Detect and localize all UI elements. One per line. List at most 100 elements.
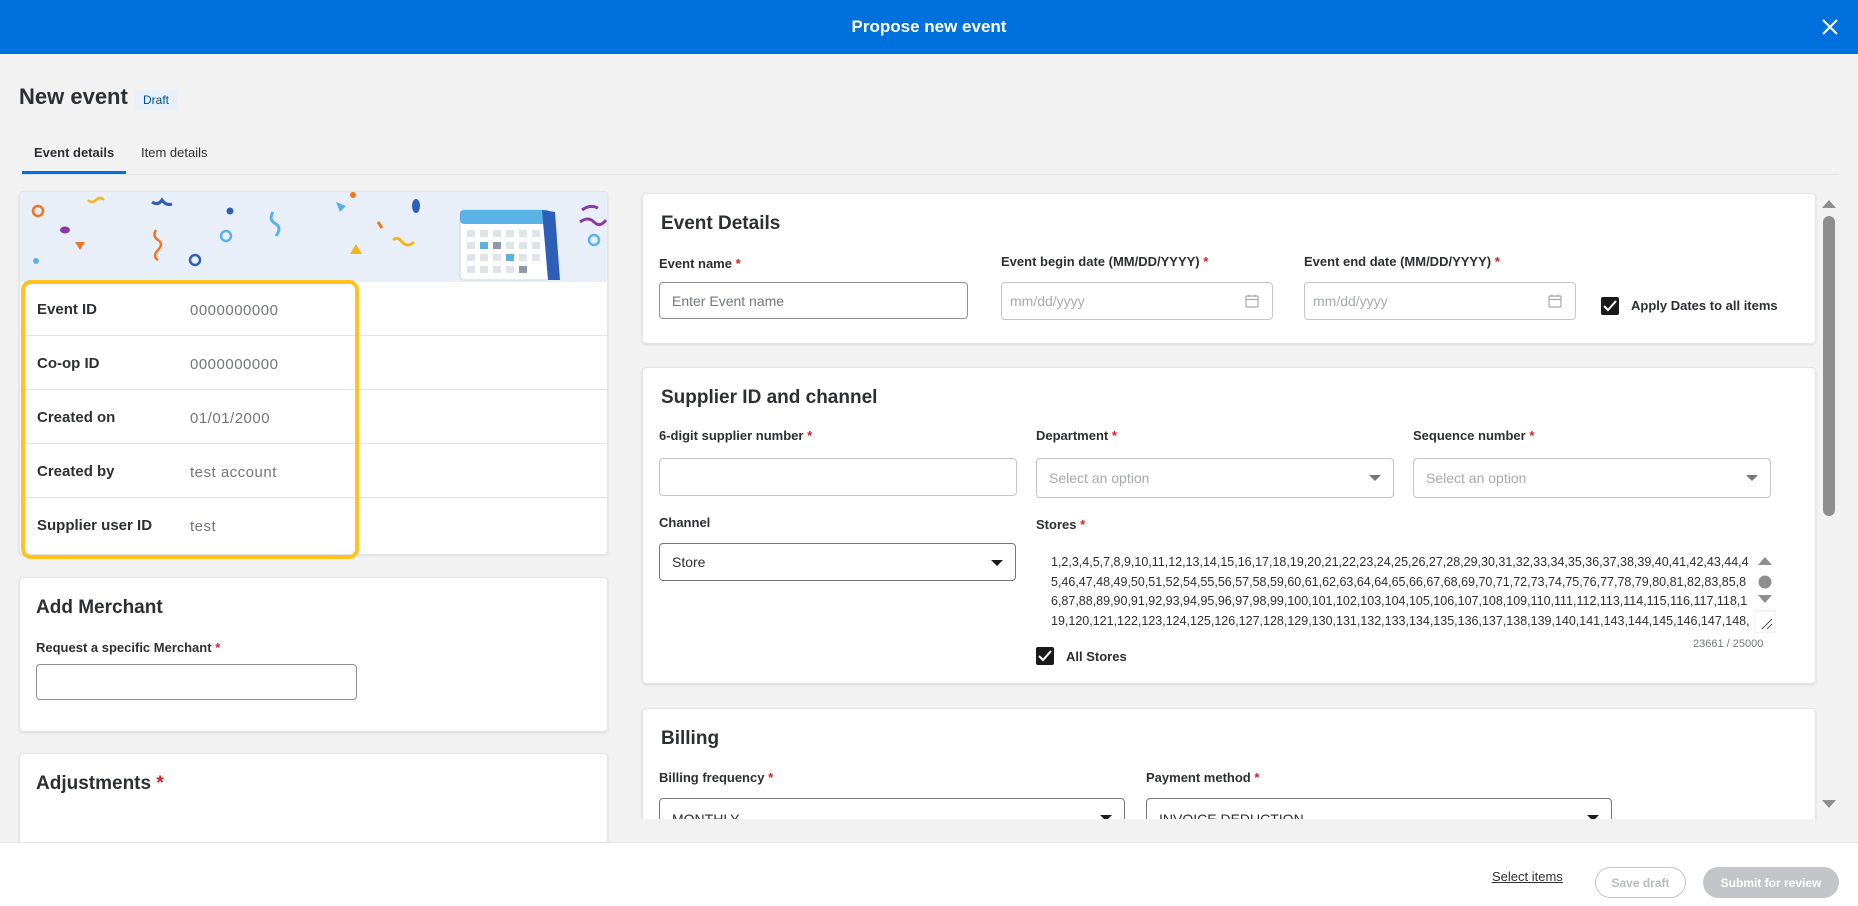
modal-header: Propose new event — [0, 0, 1858, 54]
required-marker: * — [1203, 254, 1209, 269]
merchant-field-label: Request a specific Merchant * — [36, 640, 220, 655]
calendar-icon[interactable] — [1547, 293, 1563, 309]
submit-for-review-button[interactable]: Submit for review — [1703, 867, 1839, 898]
required-marker: * — [735, 256, 741, 271]
chevron-down-icon — [991, 560, 1003, 566]
end-date-label: Event end date (MM/DD/YYYY) * — [1304, 254, 1500, 269]
tab-bar: Event details Item details — [19, 138, 1839, 175]
required-marker: * — [807, 428, 813, 443]
begin-date-placeholder: mm/dd/yyyy — [1010, 293, 1085, 309]
form-scroll-area: Event Details Event name * Event begin d… — [640, 191, 1818, 819]
info-row-supplier-user-id: Supplier user ID test — [20, 498, 607, 552]
all-stores-label: All Stores — [1066, 649, 1127, 664]
payment-method-label-text: Payment method — [1146, 770, 1251, 785]
apply-dates-label: Apply Dates to all items — [1631, 298, 1778, 313]
info-value: test account — [190, 464, 277, 481]
merchant-input[interactable] — [36, 664, 357, 700]
modal-footer: Select items Save draft Submit for revie… — [0, 842, 1858, 906]
textarea-scrollbar[interactable] — [1754, 553, 1776, 633]
info-value: test — [190, 518, 217, 535]
chevron-down-icon — [1369, 475, 1381, 481]
required-marker: * — [215, 640, 221, 655]
event-info-list: Event ID 0000000000 Co-op ID 0000000000 … — [20, 282, 607, 552]
info-label: Created on — [37, 409, 116, 426]
billing-frequency-label: Billing frequency * — [659, 770, 773, 785]
payment-method-label: Payment method * — [1146, 770, 1259, 785]
tab-event-details[interactable]: Event details — [22, 145, 127, 174]
end-date-placeholder: mm/dd/yyyy — [1313, 293, 1388, 309]
stores-label-text: Stores — [1036, 517, 1077, 532]
apply-dates-checkbox[interactable] — [1601, 297, 1619, 315]
billing-card: Billing Billing frequency * MONTHLY Paym… — [642, 708, 1816, 819]
form-scrollbar[interactable] — [1820, 191, 1838, 817]
department-label: Department * — [1036, 428, 1117, 443]
tab-item-details[interactable]: Item details — [141, 145, 207, 172]
save-draft-button[interactable]: Save draft — [1595, 867, 1686, 898]
billing-frequency-label-text: Billing frequency — [659, 770, 765, 785]
add-merchant-card: Add Merchant Request a specific Merchant… — [19, 577, 608, 732]
card-title: Event Details — [661, 213, 781, 234]
card-title: Supplier ID and channel — [661, 387, 878, 408]
billing-frequency-select[interactable]: MONTHLY — [659, 798, 1125, 819]
department-select[interactable]: Select an option — [1036, 458, 1394, 498]
info-row-created-by: Created by test account — [20, 444, 607, 498]
info-label: Supplier user ID — [37, 517, 153, 534]
required-marker: * — [1254, 770, 1260, 785]
end-date-input[interactable]: mm/dd/yyyy — [1304, 282, 1576, 320]
chevron-down-icon — [1746, 475, 1758, 481]
info-row-created-on: Created on 01/01/2000 — [20, 390, 607, 444]
supplier-number-input[interactable] — [659, 458, 1017, 496]
stores-char-counter: 23661 / 25000 — [1693, 638, 1764, 650]
stores-textarea[interactable]: 1,2,3,4,5,7,8,9,10,11,12,13,14,15,16,17,… — [1041, 551, 1776, 635]
sequence-number-select[interactable]: Select an option — [1413, 458, 1771, 498]
channel-value: Store — [672, 554, 706, 570]
card-title: Add Merchant — [36, 597, 163, 618]
event-name-label-text: Event name — [659, 256, 732, 271]
event-name-label: Event name * — [659, 256, 741, 271]
adjustments-card: Adjustments * — [19, 753, 608, 853]
event-info-card: Event ID 0000000000 Co-op ID 0000000000 … — [19, 191, 608, 555]
check-icon — [1038, 650, 1052, 662]
adjustments-title: Adjustments — [36, 773, 152, 794]
info-row-event-id: Event ID 0000000000 — [20, 282, 607, 336]
sequence-number-label-text: Sequence number — [1413, 428, 1526, 443]
chevron-down-icon — [1100, 815, 1112, 819]
stores-text: 1,2,3,4,5,7,8,9,10,11,12,13,14,15,16,17,… — [1051, 555, 1750, 628]
channel-label: Channel — [659, 515, 711, 530]
info-label: Event ID — [37, 301, 98, 318]
select-items-link[interactable]: Select items — [1492, 869, 1563, 884]
sequence-number-label: Sequence number * — [1413, 428, 1534, 443]
info-row-coop-id: Co-op ID 0000000000 — [20, 336, 607, 390]
sequence-placeholder: Select an option — [1426, 470, 1527, 486]
merchant-field-label-text: Request a specific Merchant — [36, 640, 212, 655]
required-marker: * — [768, 770, 774, 785]
page-title: New event — [19, 84, 128, 109]
required-marker: * — [1111, 428, 1117, 443]
event-name-input[interactable] — [659, 282, 968, 319]
department-placeholder: Select an option — [1049, 470, 1150, 486]
card-title: Adjustments * — [36, 773, 164, 795]
calendar-icon[interactable] — [1244, 293, 1260, 309]
status-badge: Draft — [135, 90, 178, 110]
event-details-card: Event Details Event name * Event begin d… — [642, 193, 1816, 344]
payment-method-select[interactable]: INVOICE DEDUCTION — [1146, 798, 1612, 819]
supplier-number-label: 6-digit supplier number * — [659, 428, 812, 443]
required-marker: * — [1494, 254, 1500, 269]
modal-title: Propose new event — [851, 17, 1007, 36]
info-label: Created by — [37, 463, 115, 480]
billing-frequency-value: MONTHLY — [672, 811, 740, 819]
required-marker: * — [1080, 517, 1086, 532]
info-value: 01/01/2000 — [190, 410, 271, 427]
chevron-down-icon — [1587, 815, 1599, 819]
channel-select[interactable]: Store — [659, 543, 1016, 581]
begin-date-label-text: Event begin date (MM/DD/YYYY) — [1001, 254, 1200, 269]
all-stores-checkbox[interactable] — [1036, 647, 1054, 665]
close-icon[interactable] — [1816, 13, 1844, 41]
department-label-text: Department — [1036, 428, 1109, 443]
required-marker: * — [156, 773, 164, 794]
info-label: Co-op ID — [37, 355, 100, 372]
payment-method-value: INVOICE DEDUCTION — [1159, 811, 1304, 819]
begin-date-input[interactable]: mm/dd/yyyy — [1001, 282, 1273, 320]
stores-label: Stores * — [1036, 517, 1085, 532]
begin-date-label: Event begin date (MM/DD/YYYY) * — [1001, 254, 1208, 269]
